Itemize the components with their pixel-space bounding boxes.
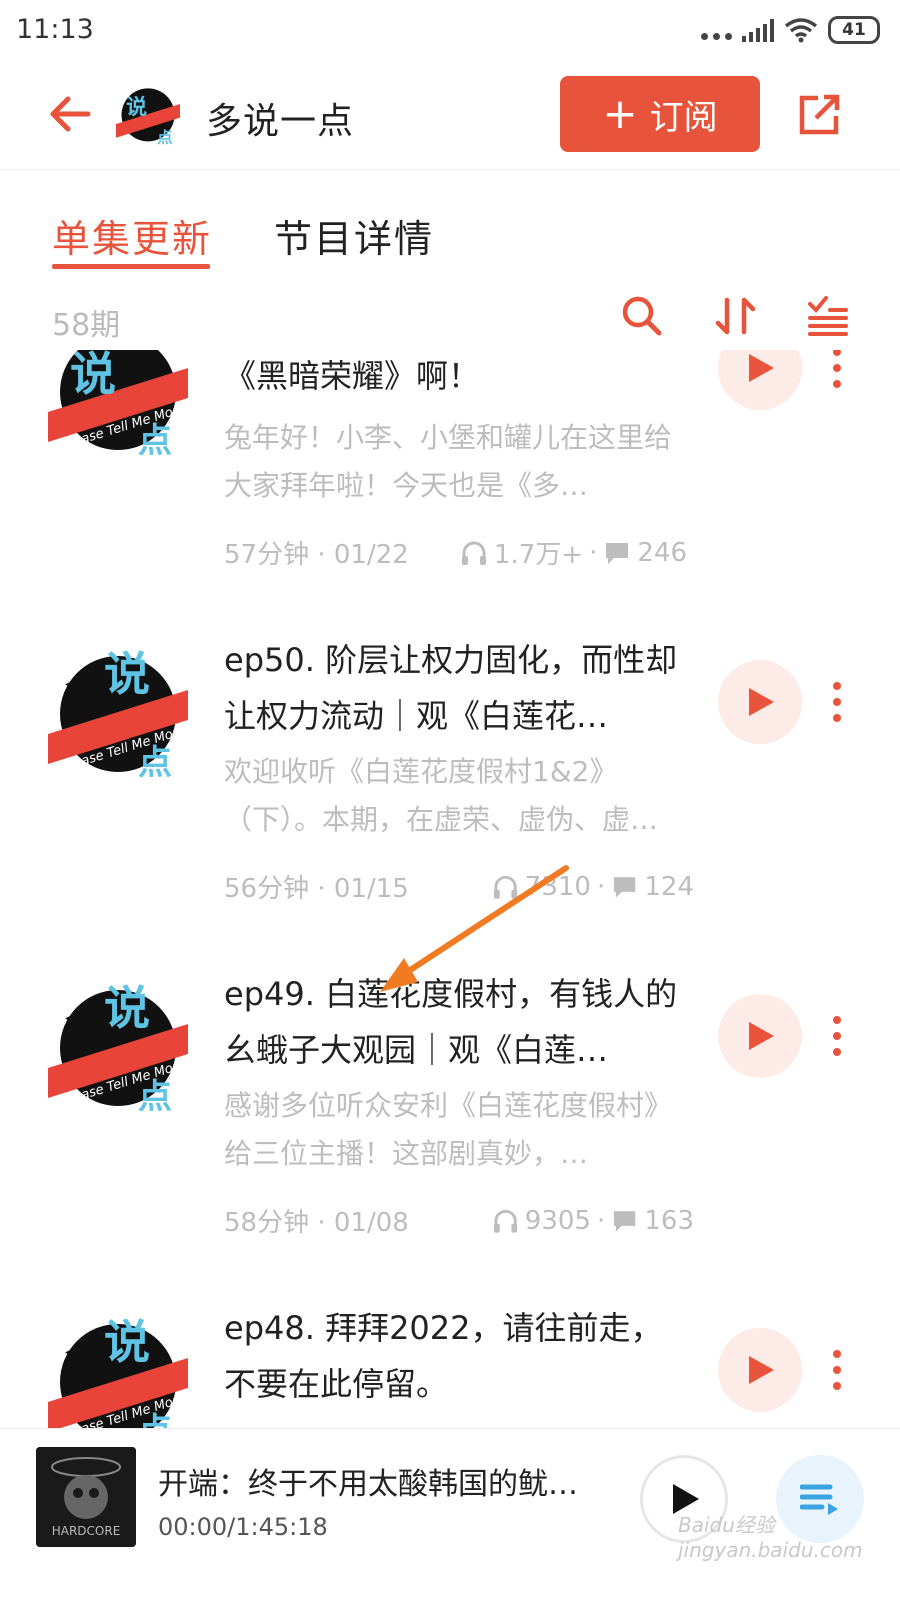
episode-count: 58期: [52, 308, 121, 343]
episode-duration-date: 56分钟 · 01/15: [224, 874, 409, 904]
headphones-icon: [462, 541, 486, 565]
page-title: 多说一点: [206, 101, 355, 142]
episode-plays: 7310: [524, 871, 591, 902]
headphones-icon: [493, 1209, 517, 1233]
episode-plays: 1.7万+: [494, 540, 584, 570]
play-icon: [749, 354, 774, 382]
episode-title: ep48. 拜拜2022，请往前走，不要在此停留。: [224, 1309, 663, 1403]
play-button[interactable]: [718, 660, 802, 744]
svg-text:点: 点: [138, 743, 172, 782]
episode-title: 《黑暗荣耀》啊！: [224, 357, 481, 395]
play-icon: [749, 1022, 774, 1050]
podcast-header: 说 点 多说一点 + 订阅: [0, 62, 900, 170]
play-button[interactable]: [718, 1328, 802, 1412]
subscribe-button[interactable]: + 订阅: [560, 76, 760, 152]
svg-text:说: 说: [126, 94, 147, 119]
list-toolbar: 58期: [0, 290, 900, 350]
battery-indicator: 41: [828, 16, 880, 44]
tab-details[interactable]: 节目详情: [274, 208, 434, 263]
list-item[interactable]: 多 说 Please Tell Me More 点 ep50. 阶层让权力固化，…: [0, 624, 900, 964]
now-playing-time: 00:00/1:45:18: [158, 1513, 328, 1541]
more-icon[interactable]: [826, 350, 848, 390]
episode-plays: 9305: [524, 1205, 591, 1236]
mini-player[interactable]: HARDCORE 开端：终于不用太酸韩国的鱿… 00:00/1:45:18 Ba…: [0, 1428, 900, 1600]
more-icon[interactable]: [826, 1348, 848, 1392]
list-item[interactable]: 多 说 Please Tell Me More 点 ep48. 拜拜2022，请…: [0, 1292, 900, 1428]
svg-text:说: 说: [104, 1315, 150, 1369]
signal-icon: [742, 18, 774, 42]
tab-episodes[interactable]: 单集更新: [52, 208, 212, 263]
sort-icon[interactable]: [714, 294, 758, 338]
share-icon[interactable]: [796, 92, 842, 138]
list-item[interactable]: 多 说 Please Tell Me More 点 ep49. 白莲花度假村，有…: [0, 958, 900, 1298]
svg-text:说: 说: [104, 981, 150, 1035]
svg-text:HARDCORE: HARDCORE: [52, 1524, 121, 1538]
svg-text:说: 说: [70, 350, 116, 401]
list-item[interactable]: 说 Please Tell Me More 点 《黑暗荣耀》啊！ 兔年好！小李、…: [0, 350, 900, 630]
play-button[interactable]: [718, 994, 802, 1078]
more-icon[interactable]: [826, 680, 848, 724]
play-button[interactable]: [718, 350, 802, 410]
episode-cover: 多 说 Please Tell Me More 点: [48, 647, 188, 782]
back-arrow-icon[interactable]: [46, 90, 94, 138]
svg-text:多: 多: [62, 672, 102, 718]
subscribe-label: 订阅: [649, 97, 718, 138]
svg-text:点: 点: [157, 127, 173, 146]
episode-description: 感谢多位听众安利《白莲花度假村》给三位主播！这部剧真妙，…: [224, 1089, 673, 1170]
comment-icon: [606, 542, 629, 564]
podcast-logo: 说 点: [116, 88, 180, 146]
comment-icon: [614, 1210, 636, 1232]
svg-text:说: 说: [104, 647, 150, 701]
play-icon: [749, 688, 774, 716]
plus-icon: +: [602, 89, 638, 138]
episode-title: ep49. 白莲花度假村，有钱人的幺蛾子大观园｜观《白莲…: [224, 975, 678, 1069]
episode-description: 欢迎收听《白莲花度假村1&2》（下）。本期，在虚荣、虚伪、虚…: [224, 755, 659, 836]
episode-description: 兔年好！小李、小堡和罐儿在这里给大家拜年啦！今天也是《多…: [224, 421, 673, 502]
episode-comments: 163: [644, 1205, 695, 1236]
episode-list: 说 Please Tell Me More 点 《黑暗荣耀》啊！ 兔年好！小李、…: [0, 350, 900, 1428]
play-icon: [749, 1356, 774, 1384]
more-dots-icon: [701, 20, 732, 40]
status-bar: 11:13 41: [0, 0, 900, 62]
svg-text:点: 点: [138, 1077, 172, 1116]
status-icons: 41: [701, 16, 880, 44]
episode-duration-date: 57分钟 · 01/22: [224, 540, 409, 570]
active-tab-indicator: [52, 264, 210, 269]
hardcore-cover-art: HARDCORE: [36, 1447, 136, 1547]
batch-select-icon[interactable]: [806, 294, 850, 338]
tab-bar: 单集更新 节目详情: [0, 170, 900, 278]
episode-meta: 56分钟 · 01/15 7310 · 124: [224, 868, 694, 905]
episode-meta: 58分钟 · 01/08 9305 · 163: [224, 1202, 694, 1239]
now-playing-cover: HARDCORE: [36, 1447, 136, 1547]
app-screen: 11:13 41 说 点 多说一点 + 订阅 单集更新 节目详情 58期 说 P…: [0, 0, 900, 1600]
episode-comments: 246: [637, 537, 688, 568]
episode-cover: 说 Please Tell Me More 点: [48, 350, 188, 460]
now-playing-title: 开端：终于不用太酸韩国的鱿…: [158, 1467, 578, 1502]
baidu-watermark: Baidu经验 jingyan.baidu.com: [678, 1513, 863, 1562]
episode-comments: 124: [644, 871, 695, 902]
comment-icon: [614, 876, 636, 898]
episode-cover: 多 说 Please Tell Me More 点: [48, 1315, 188, 1428]
svg-text:点: 点: [138, 1411, 172, 1428]
wifi-icon: [784, 18, 818, 43]
more-icon[interactable]: [826, 1014, 848, 1058]
svg-text:多: 多: [62, 1340, 102, 1386]
episode-duration-date: 58分钟 · 01/08: [224, 1208, 409, 1238]
svg-text:点: 点: [138, 421, 172, 460]
status-time: 11:13: [16, 14, 94, 45]
svg-text:多: 多: [62, 1006, 102, 1052]
episode-title: ep50. 阶层让权力固化，而性却让权力流动｜观《白莲花…: [224, 641, 678, 735]
search-icon[interactable]: [620, 294, 664, 338]
episode-meta: 57分钟 · 01/22 1.7万+ · 246: [224, 534, 694, 571]
headphones-icon: [493, 875, 517, 899]
episode-cover: 多 说 Please Tell Me More 点: [48, 981, 188, 1116]
